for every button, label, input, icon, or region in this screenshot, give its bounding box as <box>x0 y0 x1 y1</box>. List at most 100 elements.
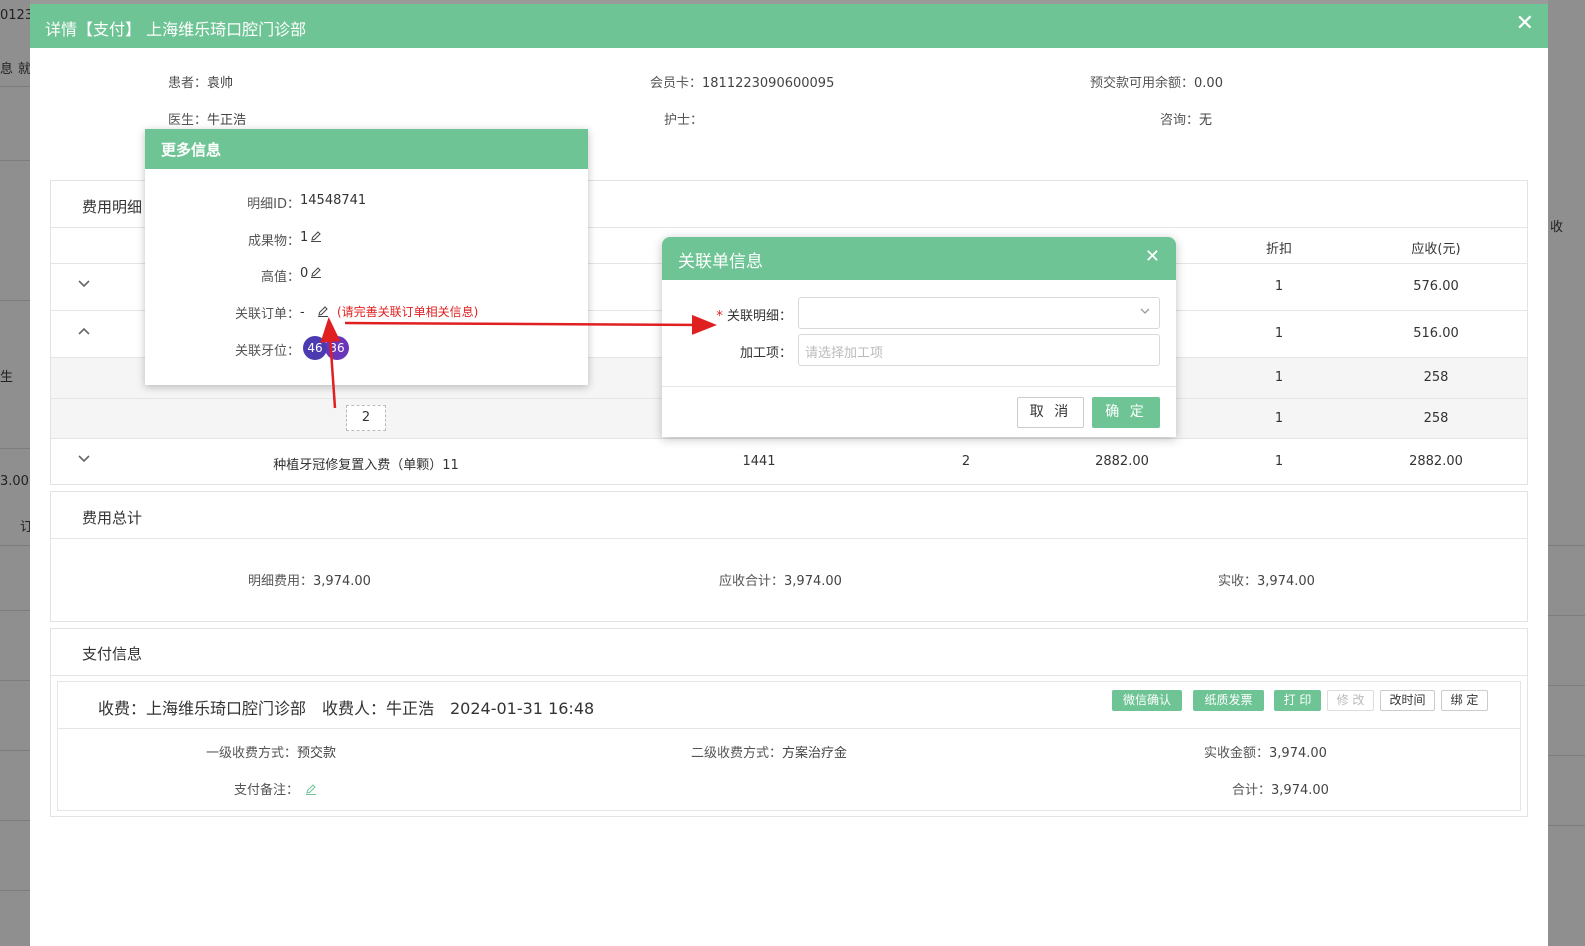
balance-value: 0.00 <box>1194 76 1223 91</box>
edit-icon[interactable] <box>315 305 329 320</box>
level2-value: 方案治疗金 <box>782 746 848 761</box>
divider <box>51 675 1527 676</box>
detail-fee-value: 3,974.00 <box>313 574 371 589</box>
doctor-label: 医生： <box>168 113 208 128</box>
chevron-down-icon[interactable] <box>77 278 91 292</box>
close-icon[interactable]: ✕ <box>1145 246 1160 267</box>
consult-label: 咨询： <box>1160 113 1200 128</box>
doctor-info: 医生：牛正浩 <box>168 109 246 128</box>
qty-cell: 2 <box>961 454 971 469</box>
background-page-right <box>1548 0 1585 946</box>
background-text: 生 <box>0 370 14 385</box>
patient-info: 患者：袁帅 <box>168 72 233 91</box>
print-button[interactable]: 打 印 <box>1274 690 1321 711</box>
high-label: 高值： <box>260 270 300 285</box>
consult-value: 无 <box>1199 113 1213 128</box>
receivable-cell: 2882.00 <box>1409 454 1463 469</box>
consult-info: 咨询：无 <box>1160 109 1212 128</box>
link-dialog-title: 关联单信息 <box>678 252 763 272</box>
modify-button[interactable]: 修 改 <box>1327 690 1374 711</box>
background-text: 收 <box>1550 220 1564 235</box>
edit-icon[interactable] <box>308 230 322 245</box>
result-field: 1 <box>300 230 322 245</box>
total-label: 合计： <box>1232 783 1272 798</box>
link-order-dialog: 关联单信息 ✕ * 关联明细： 加工项： 请选择加工项 取 消 确 定 <box>662 237 1176 437</box>
actual-total-label: 实收： <box>1218 574 1258 589</box>
detail-fee-label: 明细费用： <box>248 574 314 589</box>
divider <box>662 386 1176 387</box>
change-time-button[interactable]: 改时间 <box>1380 690 1435 711</box>
tooth-badge: 46 <box>303 336 327 360</box>
order-hint: (请完善关联订单相关信息) <box>336 305 479 319</box>
member-card-info: 会员卡：1811223090600095 <box>650 72 834 91</box>
more-info-popover: 更多信息 明细ID： 14548741 成果物： 1 高值： 0 关联订单： -… <box>145 129 588 385</box>
edit-icon[interactable] <box>308 266 322 281</box>
table-row[interactable]: 种植牙冠修复置入费（单颗）11 1441 2 2882.00 1 2882.00 <box>51 438 1527 484</box>
discount-cell: 1 <box>1274 370 1284 385</box>
receivable-cell: 516.00 <box>1413 326 1459 341</box>
high-field: 0 <box>300 266 322 281</box>
background-divider <box>0 610 30 611</box>
background-divider <box>0 448 30 449</box>
background-divider <box>1548 685 1585 686</box>
wechat-confirm-button[interactable]: 微信确认 <box>1112 690 1182 711</box>
receivable-cell: 258 <box>1423 411 1449 426</box>
column-header-discount: 折扣 <box>1265 242 1293 257</box>
background-text: 3.00 <box>0 474 29 489</box>
payment-total: 合计：3,974.00 <box>1232 779 1329 798</box>
quantity-box[interactable]: 2 <box>346 405 386 431</box>
result-label: 成果物： <box>247 234 300 249</box>
receivable-cell: 258 <box>1423 370 1449 385</box>
paper-invoice-button[interactable]: 纸质发票 <box>1193 690 1264 711</box>
detail-field-label: * 关联明细： <box>672 305 792 324</box>
receivable-total-value: 3,974.00 <box>784 574 842 589</box>
payment-remark: 支付备注： <box>234 779 317 798</box>
discount-cell: 1 <box>1274 326 1284 341</box>
dialog-header: 详情【支付】 上海维乐琦口腔门诊部 ✕ <box>30 4 1548 48</box>
chevron-down-icon <box>1139 305 1151 319</box>
background-divider <box>1548 545 1585 546</box>
total-value: 3,974.00 <box>1271 783 1329 798</box>
tooth-badge: 36 <box>325 336 349 360</box>
background-divider <box>0 545 30 546</box>
balance-info: 预交款可用余额：0.00 <box>1090 72 1223 91</box>
amount-cell: 2882.00 <box>1095 454 1149 469</box>
level2-method: 二级收费方式：方案治疗金 <box>691 742 847 761</box>
background-divider <box>0 86 30 87</box>
order-label: 关联订单： <box>234 307 300 322</box>
balance-label: 预交款可用余额： <box>1090 76 1195 91</box>
actual-amount: 实收金额：3,974.00 <box>1204 742 1327 761</box>
discount-cell: 1 <box>1274 279 1284 294</box>
nurse-info: 护士： <box>664 109 703 128</box>
confirm-button[interactable]: 确 定 <box>1092 397 1160 428</box>
bind-button[interactable]: 绑 定 <box>1441 690 1488 711</box>
chevron-up-icon[interactable] <box>77 325 91 339</box>
doctor-value: 牛正浩 <box>207 113 247 128</box>
patient-value: 袁帅 <box>207 76 234 91</box>
process-item-input[interactable]: 请选择加工项 <box>798 334 1160 366</box>
dialog-title: 详情【支付】 上海维乐琦口腔门诊部 <box>45 20 307 39</box>
level1-method: 一级收费方式：预交款 <box>206 742 336 761</box>
order-field: - (请完善关联订单相关信息) <box>300 303 478 320</box>
order-value: - <box>300 305 305 320</box>
payment-info-title: 支付信息 <box>82 645 143 663</box>
actual-amount-label: 实收金额： <box>1204 746 1270 761</box>
edit-icon[interactable] <box>303 783 317 798</box>
background-divider <box>0 160 30 161</box>
price-cell: 1441 <box>742 454 776 469</box>
card-label: 会员卡： <box>650 76 703 91</box>
chevron-down-icon[interactable] <box>77 453 91 467</box>
fee-detail-title: 费用明细 <box>82 198 143 216</box>
actual-total: 实收：3,974.00 <box>1218 570 1315 589</box>
detail-id-label: 明细ID： <box>247 197 300 212</box>
link-detail-select[interactable] <box>798 297 1160 329</box>
close-icon[interactable]: ✕ <box>1516 11 1534 36</box>
remark-label: 支付备注： <box>234 783 300 798</box>
fee-total-section: 费用总计 明细费用：3,974.00 应收合计：3,974.00 实收：3,97… <box>50 491 1528 622</box>
background-divider <box>0 820 30 821</box>
background-divider <box>0 750 30 751</box>
level1-label: 一级收费方式： <box>206 746 298 761</box>
actual-amount-value: 3,974.00 <box>1269 746 1327 761</box>
cancel-button[interactable]: 取 消 <box>1017 397 1084 428</box>
background-text: 0123 <box>0 8 34 23</box>
